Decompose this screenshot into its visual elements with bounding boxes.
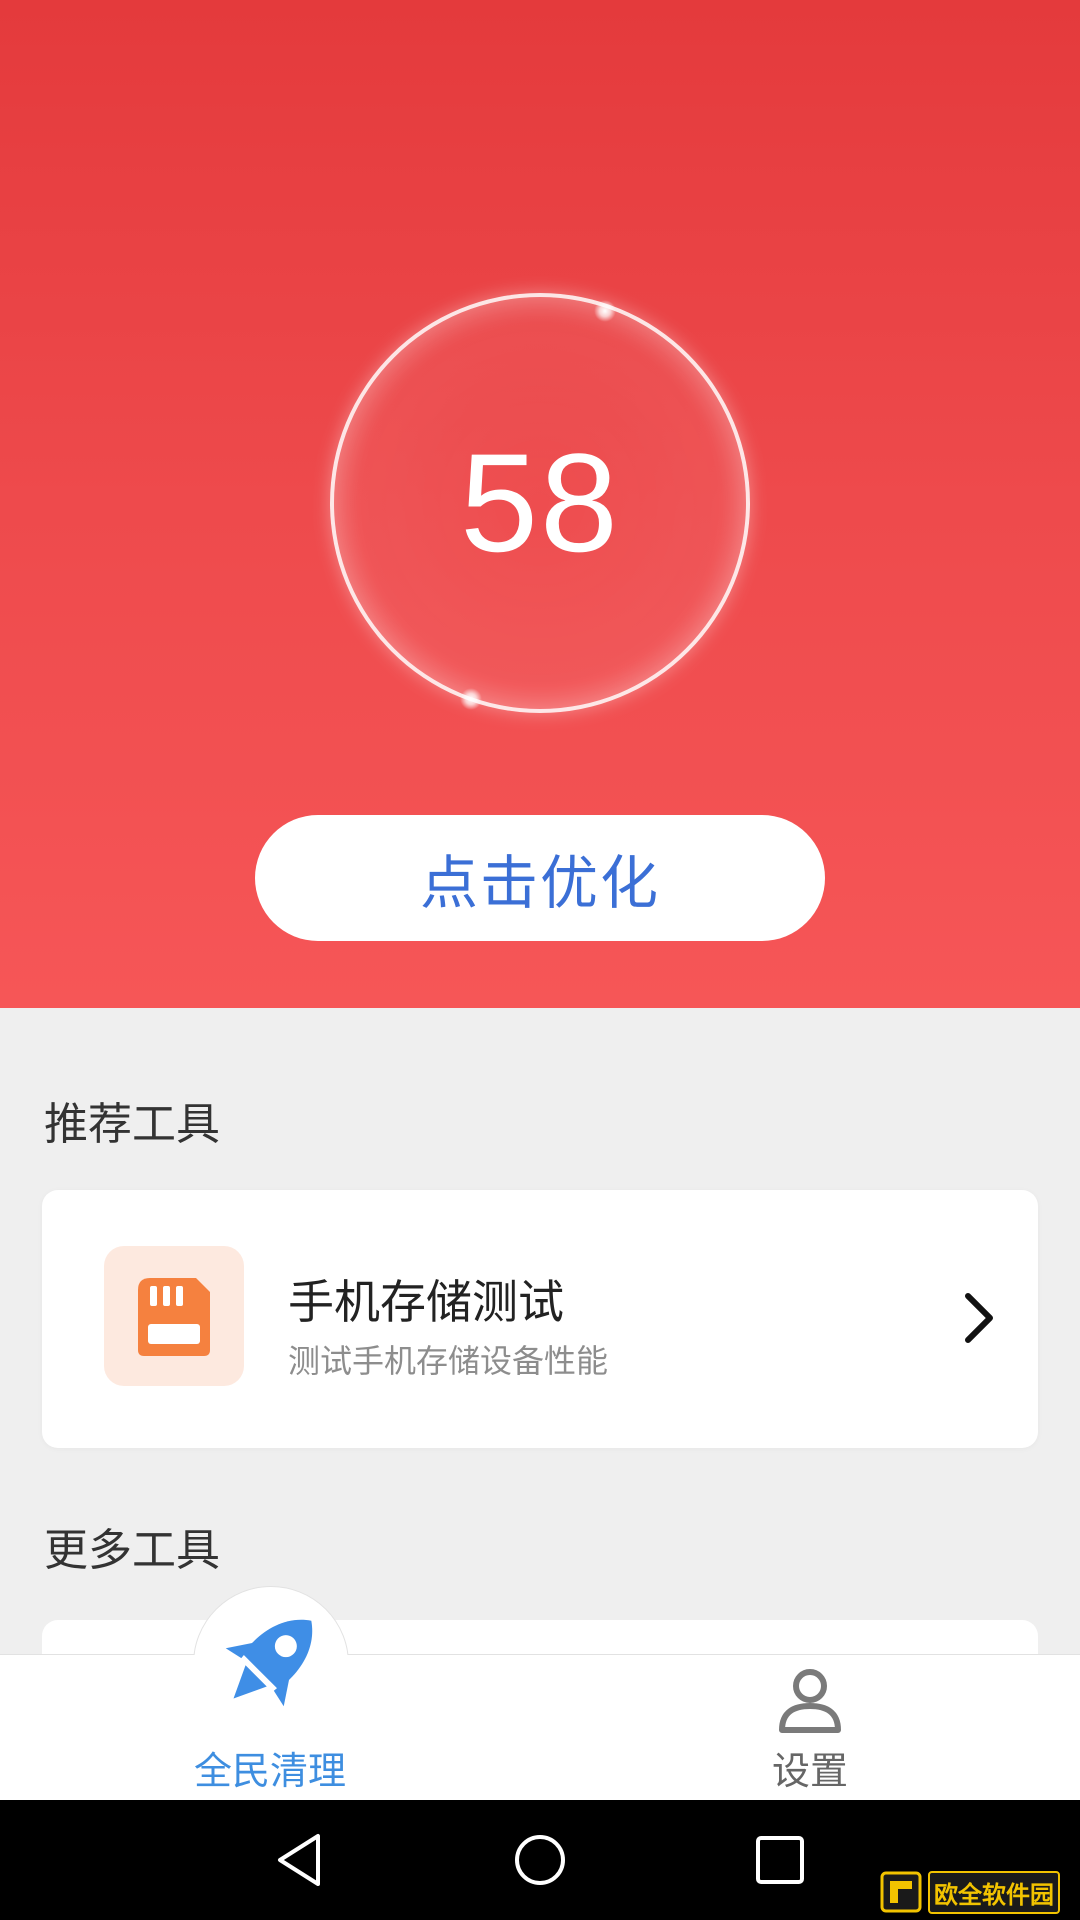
tool-icon-container	[104, 1246, 244, 1386]
watermark-text: 欧全软件园	[928, 1870, 1060, 1914]
recent-apps-icon[interactable]	[750, 1830, 810, 1890]
back-icon[interactable]	[272, 1830, 332, 1890]
section-title-more: 更多工具	[44, 1525, 220, 1576]
sd-card-icon	[138, 1278, 210, 1356]
tool-card-storage-test[interactable]: 手机存储测试 测试手机存储设备性能	[42, 1190, 1038, 1448]
tab-label-settings[interactable]: 设置	[700, 1740, 920, 1795]
section-title-recommended: 推荐工具	[44, 1099, 220, 1150]
chevron-right-icon	[965, 1293, 993, 1343]
optimize-button[interactable]: 点击优化	[255, 815, 825, 941]
user-icon[interactable]	[774, 1664, 846, 1736]
tool-title: 手机存储测试	[288, 1275, 564, 1329]
app-screen: 58 点击优化 推荐工具 手机存储测试 测试手机存储设备性能 更多工具 全民清理…	[0, 0, 1080, 1920]
watermark: 欧全软件园	[880, 1870, 1076, 1914]
watermark-logo-icon	[880, 1871, 922, 1913]
score-value: 58	[460, 424, 620, 581]
tab-label-clean[interactable]: 全民清理	[150, 1740, 390, 1795]
home-icon[interactable]	[510, 1830, 570, 1890]
tool-subtitle: 测试手机存储设备性能	[288, 1342, 609, 1380]
rocket-icon[interactable]	[208, 1598, 334, 1724]
